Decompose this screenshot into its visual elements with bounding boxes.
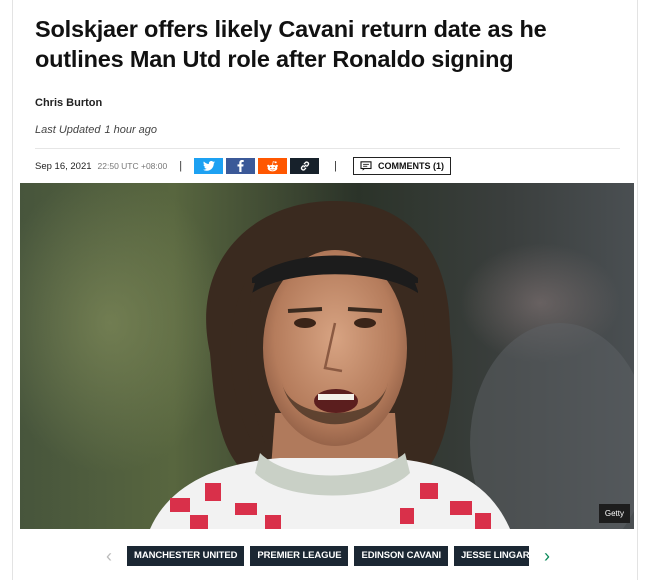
share-reddit-button[interactable] — [258, 158, 288, 174]
comments-label: COMMENTS (1) — [377, 161, 444, 171]
last-updated-label: Last Updated — [35, 124, 101, 136]
article-image[interactable]: Getty — [20, 183, 634, 529]
chevron-left-icon[interactable]: ‹ — [100, 546, 118, 568]
meta-separator: | — [179, 160, 183, 172]
author-name[interactable]: Chris Burton — [35, 97, 102, 109]
tag-list: MANCHESTER UNITED PREMIER LEAGUE EDINSON… — [127, 546, 529, 568]
tag-manchester-united[interactable]: MANCHESTER UNITED — [127, 546, 245, 566]
reddit-icon — [267, 160, 278, 171]
tag-jesse-lingard[interactable]: JESSE LINGARD — [454, 546, 529, 566]
comment-icon — [360, 161, 372, 171]
last-updated: Last Updated 1 hour ago — [35, 124, 157, 136]
share-twitter-button[interactable] — [194, 158, 224, 174]
copy-link-button[interactable] — [290, 158, 320, 174]
article-meta-bar: Sep 16, 2021 22:50 UTC +08:00 | | COMMEN… — [35, 156, 451, 176]
last-updated-time: 1 hour ago — [104, 124, 158, 136]
twitter-icon — [202, 161, 215, 171]
tag-carousel: ‹ MANCHESTER UNITED PREMIER LEAGUE EDINS… — [20, 546, 634, 568]
publish-date: Sep 16, 2021 — [35, 160, 92, 172]
publish-time: 22:50 UTC +08:00 — [97, 161, 168, 171]
tag-edinson-cavani[interactable]: EDINSON CAVANI — [354, 546, 448, 566]
divider — [35, 148, 620, 149]
link-icon — [300, 161, 309, 171]
comments-button[interactable]: COMMENTS (1) — [352, 157, 451, 175]
image-credit: Getty — [598, 504, 630, 523]
player-photo — [20, 183, 634, 529]
article-headline: Solskjaer offers likely Cavani return da… — [35, 16, 547, 72]
facebook-icon — [237, 160, 244, 172]
tag-premier-league[interactable]: PREMIER LEAGUE — [250, 546, 349, 566]
share-facebook-button[interactable] — [226, 158, 256, 174]
chevron-right-icon[interactable]: › — [538, 546, 556, 568]
meta-separator: | — [334, 160, 337, 172]
